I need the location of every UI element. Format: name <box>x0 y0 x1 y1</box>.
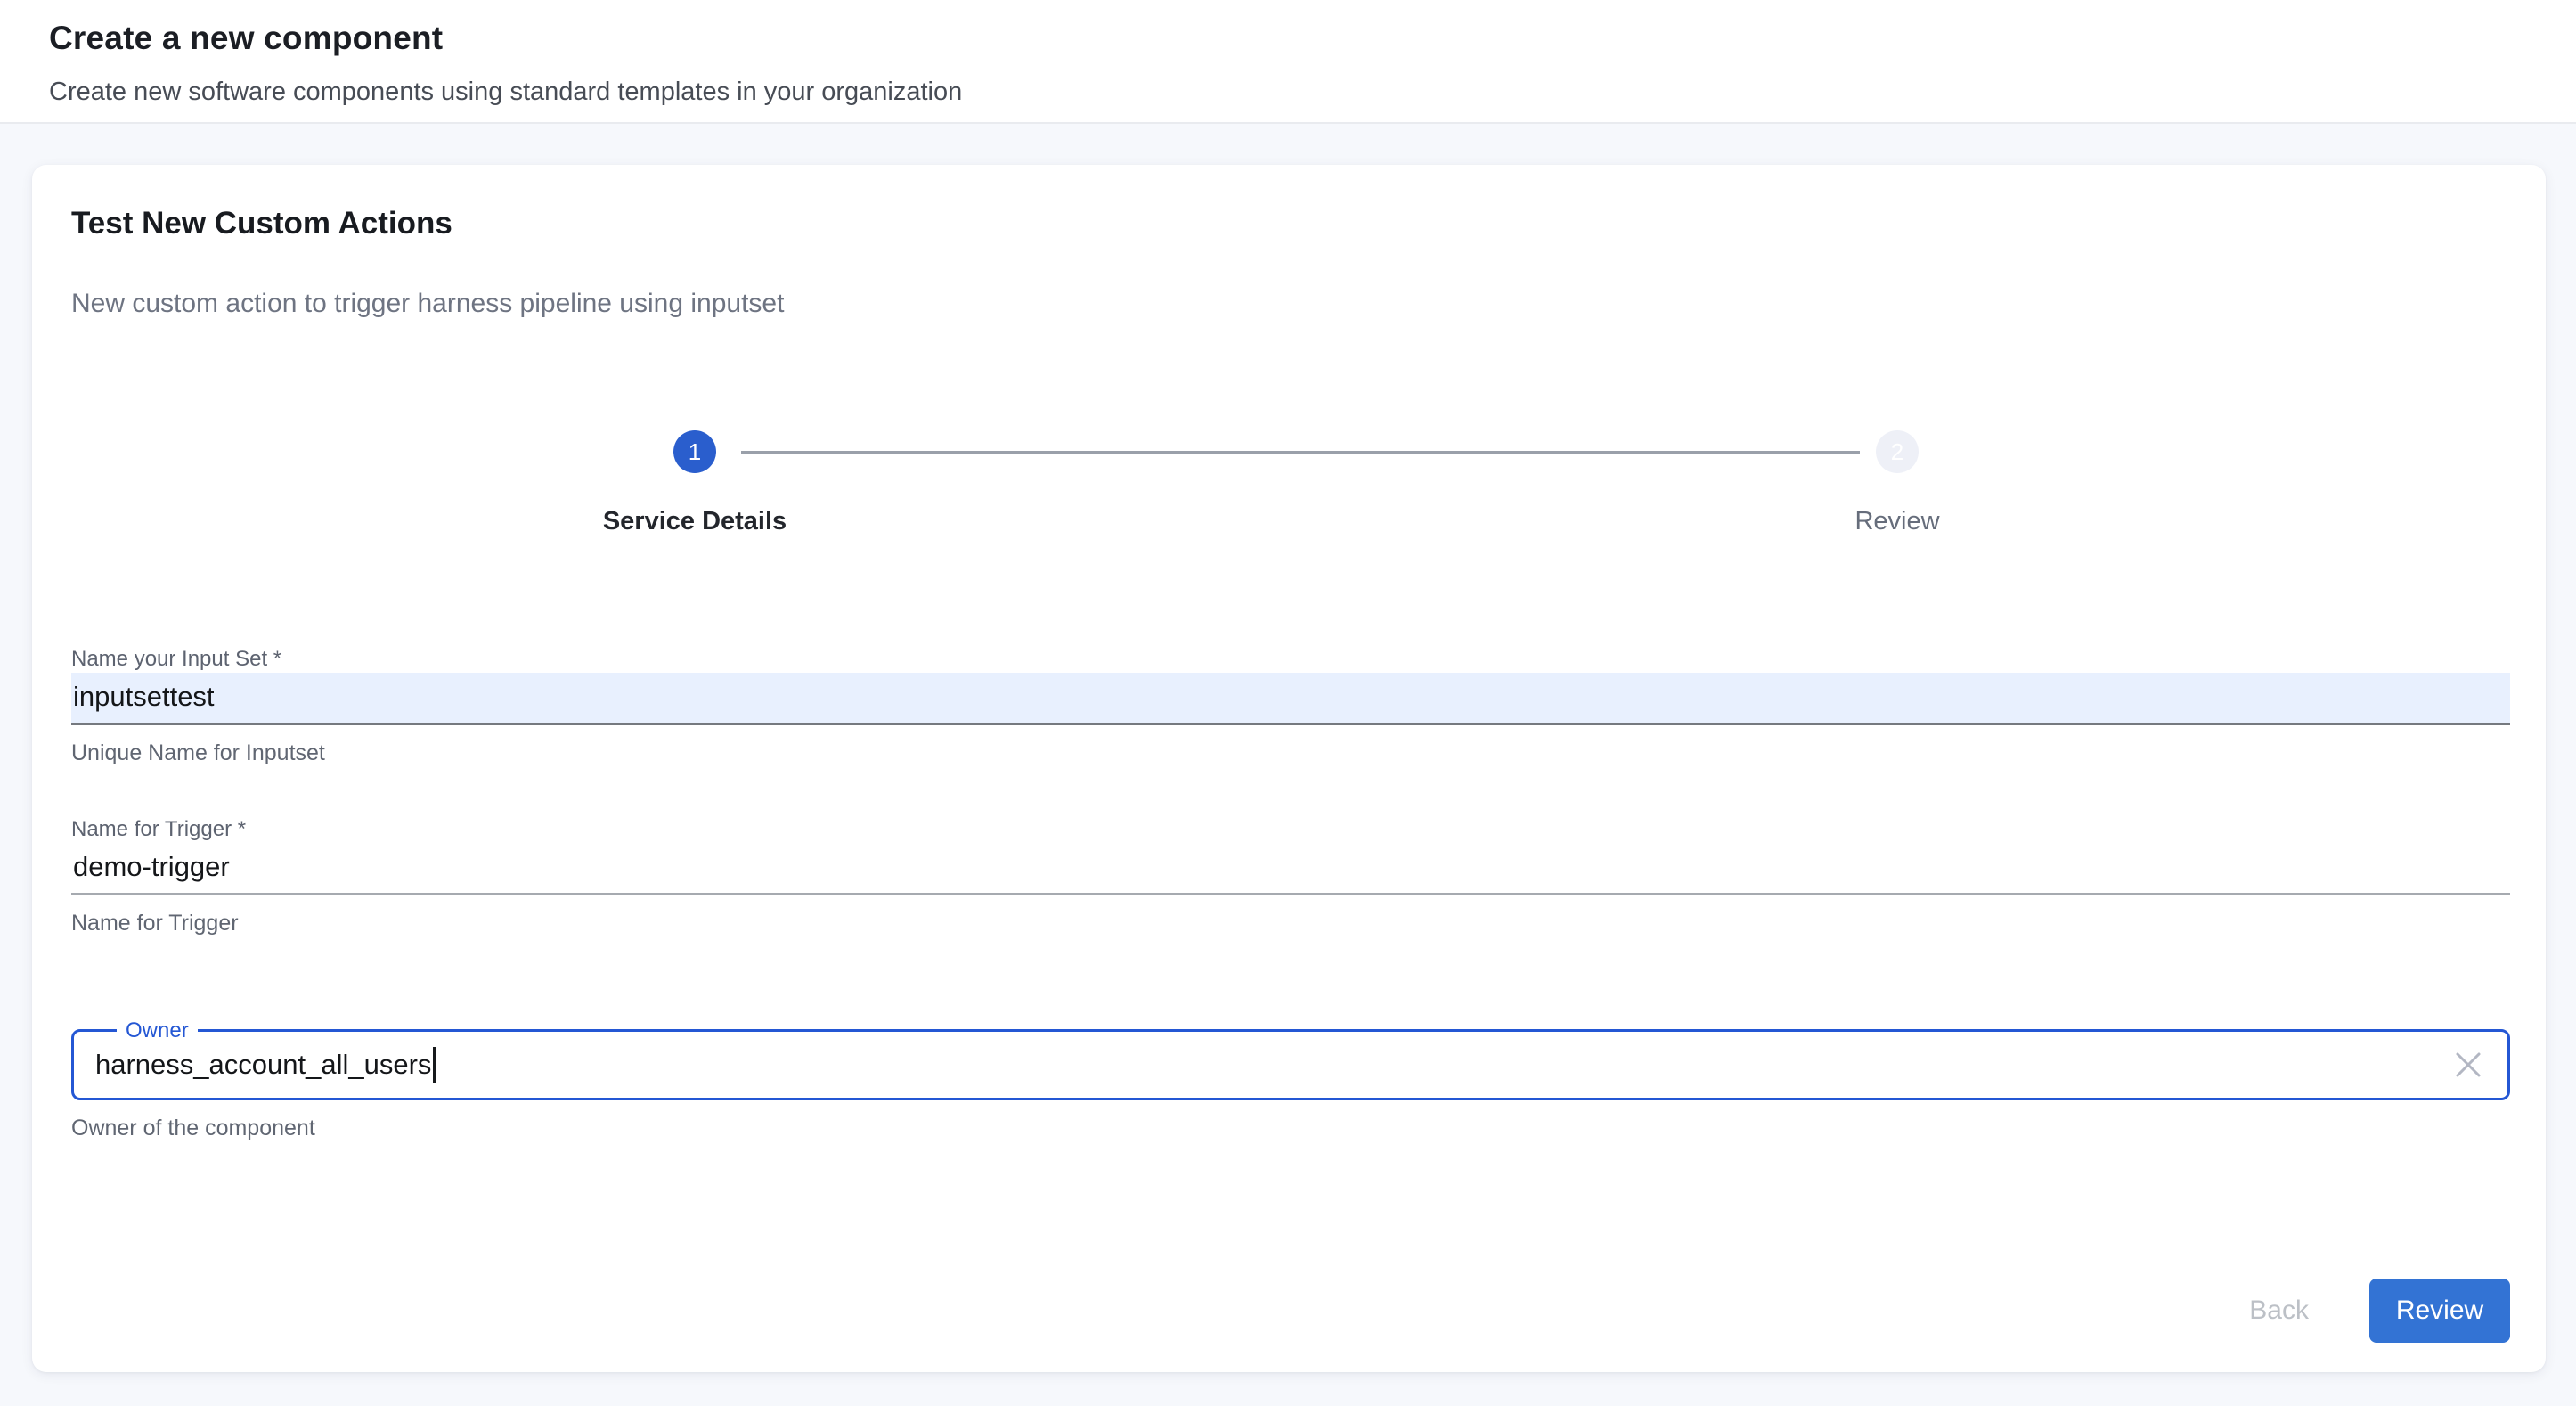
template-description: New custom action to trigger harness pip… <box>71 286 2510 322</box>
owner-value: harness_account_all_users <box>95 1049 431 1081</box>
step-service-details: 1 Service Details <box>508 430 882 535</box>
step-1-number: 1 <box>689 438 701 466</box>
text-caret <box>433 1047 436 1083</box>
field-owner: Owner harness_account_all_users Owner of… <box>71 1029 2510 1141</box>
step-1-circle: 1 <box>673 430 716 473</box>
owner-input[interactable]: Owner harness_account_all_users <box>71 1029 2510 1100</box>
template-card: Test New Custom Actions New custom actio… <box>32 165 2546 1372</box>
step-2-number: 2 <box>1891 438 1903 466</box>
input-set-name-input[interactable] <box>71 673 2510 725</box>
field-input-set-name: Name your Input Set * Unique Name for In… <box>71 646 2510 766</box>
trigger-name-input[interactable] <box>71 843 2510 895</box>
owner-helper: Owner of the component <box>71 1115 2510 1141</box>
review-button[interactable]: Review <box>2369 1279 2510 1343</box>
page-title: Create a new component <box>49 18 2527 59</box>
field-trigger-name: Name for Trigger * Name for Trigger <box>71 816 2510 936</box>
back-button[interactable]: Back <box>2226 1279 2332 1343</box>
step-2-label: Review <box>1710 508 2084 535</box>
stepper: 1 Service Details 2 Review <box>71 430 2510 535</box>
template-title: Test New Custom Actions <box>71 204 2510 243</box>
form-actions: Back Review <box>71 1279 2510 1343</box>
clear-x-icon[interactable] <box>2449 1045 2488 1084</box>
step-2-circle: 2 <box>1876 430 1919 473</box>
service-details-form: Name your Input Set * Unique Name for In… <box>71 646 2510 1141</box>
input-set-name-helper: Unique Name for Inputset <box>71 740 2510 766</box>
page: Create a new component Create new softwa… <box>0 0 2576 1406</box>
owner-label: Owner <box>117 1018 198 1044</box>
trigger-name-label: Name for Trigger * <box>71 816 2510 843</box>
input-set-name-label: Name your Input Set * <box>71 646 2510 673</box>
page-subtitle: Create new software components using sta… <box>49 76 2527 108</box>
step-review: 2 Review <box>1710 430 2084 535</box>
trigger-name-helper: Name for Trigger <box>71 910 2510 936</box>
step-1-label: Service Details <box>508 508 882 535</box>
page-header: Create a new component Create new softwa… <box>0 0 2576 124</box>
main-content: Test New Custom Actions New custom actio… <box>0 124 2576 1406</box>
step-connector-line <box>741 451 1860 454</box>
